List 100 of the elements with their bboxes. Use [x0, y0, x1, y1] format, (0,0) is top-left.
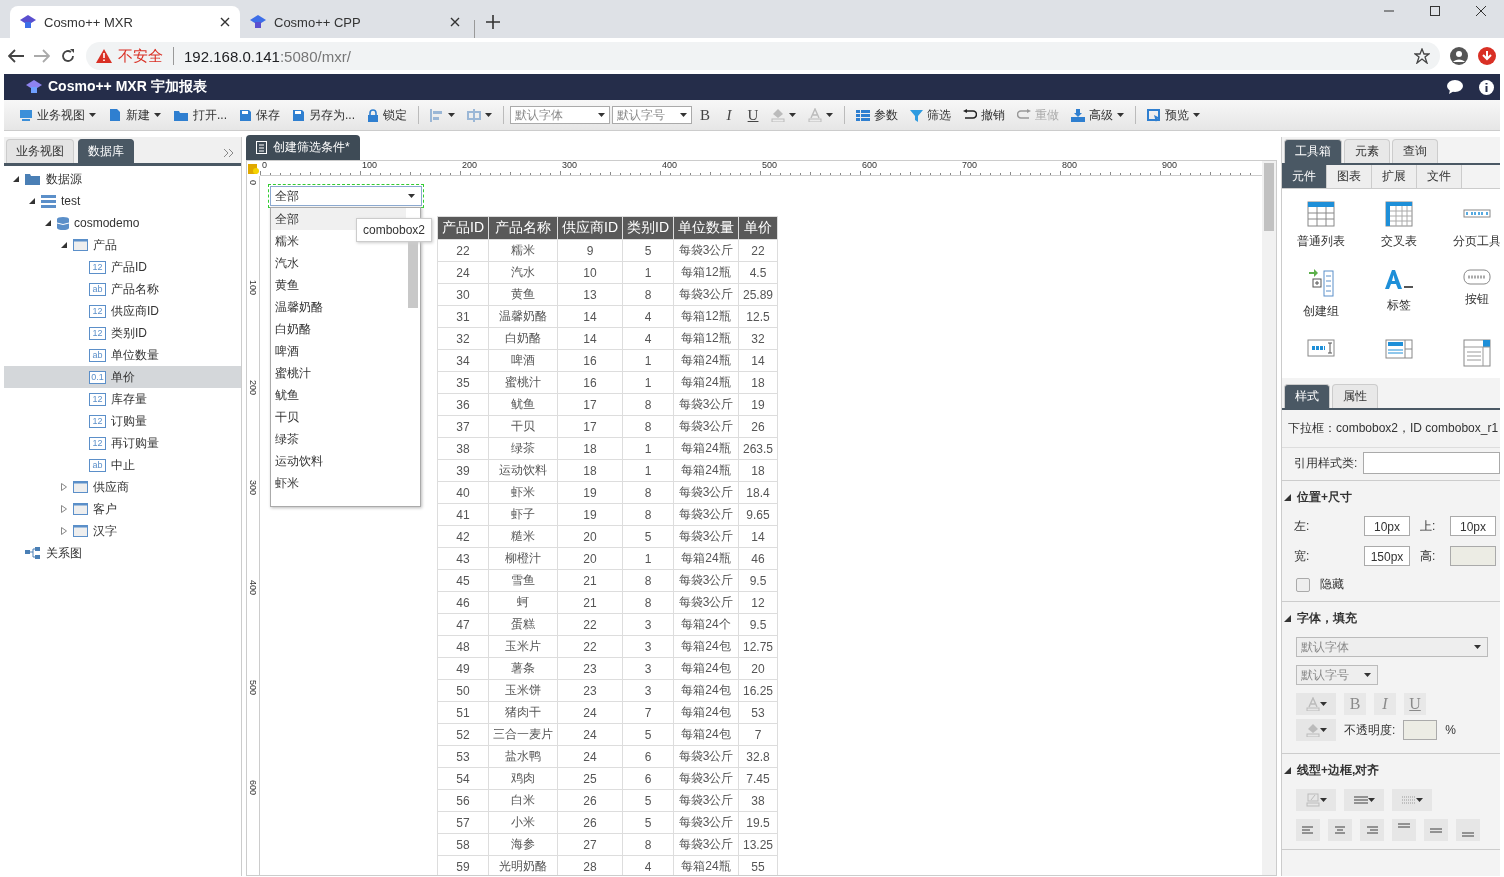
tree-item[interactable]: 12 产品ID — [4, 256, 241, 278]
dropdown-option[interactable]: 白奶酪 — [271, 318, 406, 340]
toolbar-button[interactable]: 打开... — [168, 103, 232, 127]
expand-arrow-icon[interactable] — [61, 483, 67, 491]
toolbar-button[interactable]: 撤销 — [958, 103, 1011, 127]
panel-tab[interactable]: 数据库 — [78, 139, 134, 163]
address-bar[interactable]: 不安全 192.168.0.141:5080/mxr/ — [86, 42, 1440, 70]
panel-tab[interactable]: 元素 — [1344, 139, 1390, 163]
tree-item[interactable]: cosmodemo — [4, 212, 241, 234]
input-field[interactable]: 150px — [1364, 546, 1410, 566]
collapse-panel-icon[interactable] — [223, 148, 235, 158]
input-field[interactable] — [1363, 452, 1500, 474]
line-width-button[interactable] — [1344, 789, 1384, 811]
align-button[interactable] — [1328, 819, 1352, 841]
toolbox-item[interactable]: 普通列表 — [1282, 201, 1360, 261]
align-button[interactable] — [1296, 819, 1320, 841]
dropdown-option[interactable]: 鱿鱼 — [271, 384, 406, 406]
format-button[interactable]: U — [742, 106, 765, 124]
collapse-arrow-icon[interactable] — [1284, 494, 1291, 501]
dropdown-option[interactable]: 绿茶 — [271, 428, 406, 450]
tree-item[interactable]: ab 中止 — [4, 454, 241, 476]
tree-item[interactable]: test — [4, 190, 241, 212]
tree-item[interactable]: 12 类别ID — [4, 322, 241, 344]
panel-tab[interactable]: 查询 — [1392, 139, 1438, 163]
toolbox-tab[interactable]: 元件 — [1282, 165, 1327, 188]
dropdown-option[interactable]: 啤酒 — [271, 340, 406, 362]
border-color-button[interactable] — [1296, 789, 1336, 811]
tree-item[interactable]: 关系图 — [4, 542, 241, 564]
collapse-arrow-icon[interactable] — [13, 176, 19, 182]
toolbox-tab[interactable]: 文件 — [1417, 165, 1462, 188]
collapse-arrow-icon[interactable] — [29, 198, 35, 204]
extension-icon[interactable] — [1478, 47, 1496, 65]
tree-item[interactable]: 产品 — [4, 234, 241, 256]
font-select[interactable]: 默认字号 — [612, 106, 693, 124]
toolbox-tab[interactable]: 图表 — [1327, 165, 1372, 188]
tree-item[interactable]: 汉字 — [4, 520, 241, 542]
dropdown-option[interactable]: 蜜桃汁 — [271, 362, 406, 384]
collapse-arrow-icon[interactable] — [1284, 615, 1291, 622]
back-icon[interactable] — [8, 49, 24, 63]
align-button[interactable] — [1424, 819, 1448, 841]
tree-item[interactable]: 12 供应商ID — [4, 300, 241, 322]
panel-tab[interactable]: 属性 — [1332, 384, 1378, 408]
toolbox-item[interactable]: 分页工具 — [1438, 201, 1500, 261]
fill-color-button[interactable] — [1296, 719, 1336, 741]
toolbar-button[interactable]: 业务视图 — [14, 103, 101, 127]
close-icon[interactable] — [450, 17, 460, 27]
dropdown-option[interactable]: 运动饮料 — [271, 450, 406, 472]
tree-item[interactable]: ab 产品名称 — [4, 278, 241, 300]
toolbox-item[interactable]: 创建组 — [1282, 269, 1360, 331]
tree-item[interactable]: 12 库存量 — [4, 388, 241, 410]
toolbar-button[interactable]: 新建 — [103, 103, 166, 127]
font-color-button[interactable] — [1296, 693, 1336, 715]
toolbox-tab[interactable]: 扩展 — [1372, 165, 1417, 188]
align-button[interactable] — [1360, 819, 1384, 841]
toolbar-button[interactable]: 锁定 — [362, 103, 413, 127]
close-icon[interactable] — [220, 17, 230, 27]
toolbox-item[interactable]: 标签 — [1360, 269, 1438, 331]
toolbar-button[interactable]: 另存为... — [287, 103, 361, 127]
dropdown-option[interactable]: 虾米 — [271, 472, 406, 494]
dropdown-option[interactable]: 汽水 — [271, 252, 406, 274]
expand-arrow-icon[interactable] — [61, 505, 67, 513]
toolbar-button[interactable]: 参数 — [851, 103, 904, 127]
input-field[interactable]: 10px — [1364, 516, 1410, 536]
font-select[interactable]: 默认字体 — [510, 106, 611, 124]
reload-icon[interactable] — [60, 48, 76, 64]
collapse-arrow-icon[interactable] — [45, 220, 51, 226]
star-icon[interactable] — [1414, 48, 1430, 64]
toolbar-button[interactable]: 预览 — [1142, 103, 1206, 127]
dropdown-option[interactable]: 黄鱼 — [271, 274, 406, 296]
input-field[interactable] — [1403, 720, 1438, 740]
combobox[interactable]: 全部 — [270, 186, 422, 206]
dropdown-option[interactable]: 温馨奶酪 — [271, 296, 406, 318]
format-button[interactable]: B — [694, 106, 717, 124]
editor-tab[interactable]: 创建筛选条件* — [246, 135, 360, 160]
tree-item[interactable]: 数据源 — [4, 168, 241, 190]
close-icon[interactable] — [1476, 6, 1486, 16]
toolbar-button[interactable]: 高级 — [1066, 103, 1130, 127]
info-icon[interactable] — [1479, 79, 1494, 95]
toolbox-item[interactable]: 按钮 — [1438, 269, 1500, 331]
expand-arrow-icon[interactable] — [61, 527, 67, 535]
tree-item[interactable]: 0.1 单价 — [4, 366, 241, 388]
tree-item[interactable]: ab 单位数量 — [4, 344, 241, 366]
toolbox-item[interactable]: 交叉表 — [1360, 201, 1438, 261]
account-icon[interactable] — [1450, 47, 1468, 65]
collapse-arrow-icon[interactable] — [1284, 767, 1291, 774]
toolbar-button[interactable]: 筛选 — [905, 103, 957, 127]
toolbar-button[interactable]: 保存 — [234, 103, 285, 127]
checkbox[interactable] — [1296, 577, 1310, 592]
collapse-arrow-icon[interactable] — [61, 242, 67, 248]
forward-icon[interactable] — [34, 49, 50, 63]
tree-item[interactable]: 12 订购量 — [4, 410, 241, 432]
align-button[interactable] — [1392, 819, 1416, 841]
browser-tab[interactable]: Cosmo++ CPP — [240, 6, 470, 38]
input-field[interactable]: 10px — [1450, 516, 1496, 536]
format-button[interactable]: I — [718, 106, 741, 124]
tree-item[interactable]: 客户 — [4, 498, 241, 520]
tree-item[interactable]: 供应商 — [4, 476, 241, 498]
browser-tab[interactable]: Cosmo++ MXR — [10, 6, 240, 38]
align-button[interactable] — [1456, 819, 1480, 841]
chat-icon[interactable] — [1447, 80, 1463, 94]
